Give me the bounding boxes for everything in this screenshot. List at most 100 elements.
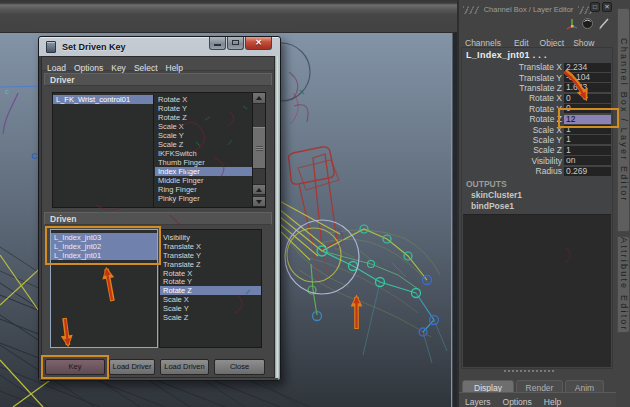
dialog-menu-item[interactable]: Key <box>107 63 130 73</box>
driven-object[interactable]: L_Index_jnt03 <box>51 233 157 242</box>
channel-row-value[interactable]: on <box>564 156 611 165</box>
channel-row-label: Rotate Y <box>462 104 562 114</box>
dialog-button[interactable]: Load Driver <box>109 359 155 375</box>
dialog-menubar: LoadOptionsKeySelectHelp <box>42 57 274 71</box>
driven-attribute[interactable]: Translate Z <box>160 260 261 269</box>
driver-attribute[interactable]: Rotate Y <box>155 104 252 113</box>
driver-attribute[interactable]: Scale Z <box>155 140 252 149</box>
driven-attribute[interactable]: Rotate Z <box>160 286 261 295</box>
driven-attribute[interactable]: Rotate X <box>160 269 261 278</box>
dialog-frame-right <box>275 56 279 379</box>
scroll-up-icon[interactable] <box>253 93 265 104</box>
driven-attribute[interactable]: Rotate Y <box>160 277 261 286</box>
driven-attribute[interactable]: Scale Z <box>160 313 261 322</box>
driven-attribute[interactable]: Visibility <box>160 233 261 242</box>
side-tab-channel-box[interactable]: Channel Box / Layer Editor <box>617 8 630 232</box>
scroll-thumb[interactable] <box>253 127 265 169</box>
scroll-up-icon-bottom[interactable] <box>253 184 265 195</box>
channel-row-label: Translate Y <box>462 73 562 83</box>
panel-toolbar-icons <box>563 17 610 30</box>
dialog-app-icon <box>46 41 56 53</box>
dialog-menu-item[interactable]: Select <box>130 63 162 73</box>
panel-title-row: Channel Box / Layer Editor <box>463 4 594 15</box>
output-node[interactable]: skinCluster1 <box>471 190 522 201</box>
layer-menu-item[interactable]: Options <box>503 396 532 407</box>
output-node[interactable]: bindPose1 <box>471 201 522 212</box>
driven-attribute[interactable]: Scale Y <box>160 304 261 313</box>
splitter-handle[interactable] <box>504 370 554 372</box>
driver-attribute[interactable]: Scale Y <box>155 131 252 140</box>
layer-menu-item[interactable]: Layers <box>465 396 491 407</box>
driver-object[interactable]: L_FK_Wrist_control01 <box>53 95 153 104</box>
driver-attribute[interactable]: Rotate X <box>155 95 252 104</box>
scroll-down-icon[interactable] <box>253 196 265 207</box>
driver-attribute[interactable]: Index Finger <box>155 167 252 176</box>
side-tab-attribute-editor[interactable]: Attribute Editor <box>617 236 630 333</box>
driven-list: L_Index_jnt03L_Index_jnt02L_Index_jnt01 … <box>50 229 262 348</box>
channel-box-panel: Channel Box / Layer Editor □ ✕ ChannelsE… <box>457 0 630 407</box>
channel-row: Rotate Z12 <box>462 114 611 124</box>
minimize-button[interactable] <box>209 37 226 50</box>
channel-row-label: Scale Y <box>462 135 562 145</box>
dialog-frame-bottom <box>41 378 278 380</box>
channel-row-value[interactable]: 0 <box>564 94 611 103</box>
side-tab-channel-box-label: Channel Box / Layer Editor <box>619 38 629 203</box>
panel-restore-icon[interactable]: □ <box>590 2 600 12</box>
render-sphere-icon[interactable] <box>581 17 594 30</box>
panel-close-icon[interactable]: ✕ <box>602 2 612 12</box>
driven-object[interactable]: L_Index_jnt02 <box>51 242 157 251</box>
driver-attribute[interactable]: Pinky Finger <box>155 194 252 203</box>
layer-menu-item[interactable]: Help <box>544 396 561 407</box>
channel-row: Rotate Y0 <box>462 104 611 114</box>
channel-row-value[interactable]: 1 <box>564 146 611 155</box>
channel-row-label: Visibility <box>462 156 562 166</box>
dialog-button[interactable]: Close <box>214 359 265 375</box>
pen-icon[interactable] <box>597 17 610 30</box>
curve-label-c: c <box>5 87 9 96</box>
transform-axis-icon[interactable] <box>566 17 578 30</box>
channel-list: Translate X2.234Translate Y-0.104Transla… <box>462 62 611 176</box>
driver-section-label: Driver <box>50 75 75 85</box>
dialog-title: Set Driven Key <box>62 42 126 52</box>
channel-row-value[interactable]: 1 <box>564 125 611 134</box>
top-toolbar <box>0 0 457 33</box>
driven-objects-column: L_Index_jnt03L_Index_jnt02L_Index_jnt01 <box>50 229 158 348</box>
driver-objects-column: L_FK_Wrist_control01 <box>53 95 154 207</box>
driven-attribute[interactable]: Translate Y <box>160 251 261 260</box>
dialog-button[interactable]: Load Driven <box>160 359 209 375</box>
channel-row-value[interactable]: 1.633 <box>564 83 611 92</box>
driver-scrollbar[interactable] <box>252 93 265 207</box>
dialog-menu-item[interactable]: Help <box>162 63 187 73</box>
driven-attribute[interactable]: Translate X <box>160 242 261 251</box>
driver-attribute[interactable]: Middle Finger <box>155 176 252 185</box>
driven-object[interactable]: L_Index_jnt01 <box>51 251 157 260</box>
channel-row-value[interactable]: 0 <box>564 104 611 113</box>
driver-attribute[interactable]: Rotate Z <box>155 113 252 122</box>
channel-box-menubar: ChannelsEditObjectShow <box>465 32 594 46</box>
dialog-window-buttons: ✕ <box>208 37 272 50</box>
channel-row-label: Rotate Z <box>462 114 562 124</box>
driver-attribute[interactable]: Ring Finger <box>155 185 252 194</box>
close-button[interactable]: ✕ <box>245 37 272 50</box>
channel-row-value[interactable]: -0.104 <box>564 73 611 82</box>
maximize-button[interactable] <box>227 37 244 50</box>
dialog-menu-item[interactable]: Load <box>43 63 70 73</box>
channel-row: Rotate X0 <box>462 93 611 103</box>
dialog-menu-item[interactable]: Options <box>70 63 107 73</box>
channel-row-value[interactable]: 1 <box>564 135 611 144</box>
channel-row: Translate X2.234 <box>462 62 611 72</box>
driven-attributes-column: VisibilityTranslate XTranslate YTranslat… <box>159 229 262 348</box>
driven-attribute[interactable]: Scale X <box>160 295 261 304</box>
channel-row-value[interactable]: 12 <box>564 115 611 124</box>
side-tab-attribute-editor-label: Attribute Editor <box>619 237 629 332</box>
channel-row-value[interactable]: 0.269 <box>564 167 611 176</box>
channel-row: Translate Y-0.104 <box>462 72 611 82</box>
driver-attribute[interactable]: IKFKSwitch <box>155 149 252 158</box>
driver-attribute[interactable]: Thumb Finger <box>155 158 252 167</box>
dialog-buttons-row: KeyLoad Driver Load Driven Close <box>45 359 271 377</box>
dialog-button[interactable]: Key <box>45 359 105 375</box>
channel-row: Scale Y1 <box>462 135 611 145</box>
driver-attribute[interactable]: Scale X <box>155 122 252 131</box>
channel-row-value[interactable]: 2.234 <box>564 63 611 72</box>
driver-section-header: Driver <box>44 73 272 86</box>
